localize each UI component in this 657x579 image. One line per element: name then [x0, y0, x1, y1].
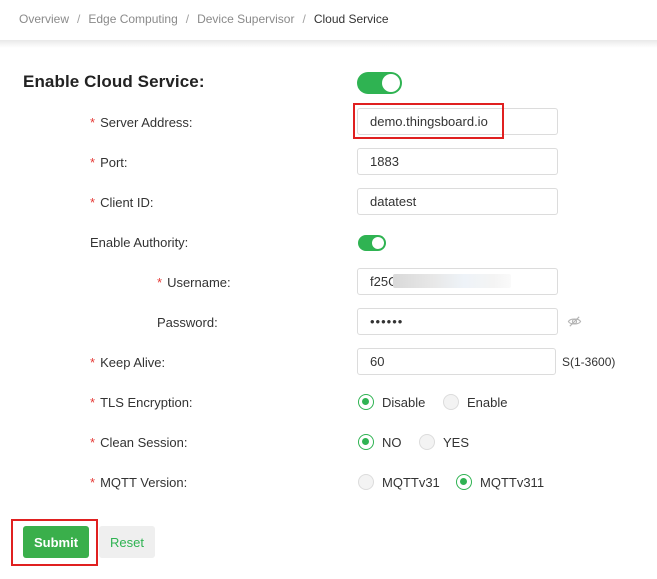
username-label-text: Username: [167, 275, 231, 290]
breadcrumb-cloud-service: Cloud Service [313, 12, 389, 26]
keep-alive-label: * Keep Alive: [90, 355, 165, 371]
enable-cloud-service-switch[interactable] [357, 72, 402, 94]
tls-encryption-label-text: TLS Encryption: [100, 395, 193, 410]
server-address-input[interactable]: demo.thingsboard.io [357, 108, 558, 135]
mqtt-version-label-text: MQTT Version: [100, 475, 188, 490]
server-address-label: * Server Address: [90, 115, 193, 131]
radio-selected-icon [456, 474, 472, 490]
clean-session-no-label: NO [382, 434, 402, 450]
radio-selected-icon [358, 394, 374, 410]
clean-session-label: * Clean Session: [90, 435, 188, 451]
password-label: Password: [157, 315, 218, 330]
required-marker: * [90, 115, 96, 130]
mqtt-v311-label: MQTTv311 [480, 474, 545, 490]
redacted-username [393, 274, 511, 288]
required-marker: * [157, 275, 163, 290]
required-marker: * [90, 435, 96, 450]
switch-knob [382, 74, 400, 92]
clean-session-label-text: Clean Session: [100, 435, 188, 450]
tls-enable-radio[interactable]: Enable [443, 394, 507, 410]
breadcrumb: Overview / Edge Computing / Device Super… [19, 11, 389, 27]
radio-unselected-icon [358, 474, 374, 490]
clean-session-no-radio[interactable]: NO [358, 434, 402, 450]
client-id-label-text: Client ID: [100, 195, 154, 210]
reset-button[interactable]: Reset [99, 526, 155, 558]
tls-encryption-label: * TLS Encryption: [90, 395, 193, 411]
breadcrumb-edge-computing[interactable]: Edge Computing [88, 12, 177, 26]
tls-disable-label: Disable [382, 394, 426, 410]
keep-alive-input[interactable]: 60 [357, 348, 556, 375]
page-title: Enable Cloud Service: [23, 72, 205, 91]
clean-session-yes-label: YES [443, 434, 470, 450]
radio-unselected-icon [443, 394, 459, 410]
tls-disable-radio[interactable]: Disable [358, 394, 425, 410]
enable-authority-switch[interactable] [358, 235, 386, 251]
mqtt-v31-radio[interactable]: MQTTv31 [358, 474, 440, 490]
eye-slash-icon[interactable] [567, 314, 582, 329]
header-divider [0, 40, 657, 48]
required-marker: * [90, 355, 96, 370]
required-marker: * [90, 155, 96, 170]
required-marker: * [90, 395, 96, 410]
tls-enable-label: Enable [467, 394, 508, 410]
port-label-text: Port: [100, 155, 128, 170]
client-id-label: * Client ID: [90, 195, 154, 211]
port-input[interactable]: 1883 [357, 148, 558, 175]
required-marker: * [90, 195, 96, 210]
breadcrumb-separator: / [302, 12, 306, 26]
breadcrumb-device-supervisor[interactable]: Device Supervisor [197, 12, 294, 26]
enable-authority-label: Enable Authority: [90, 235, 189, 250]
mqtt-version-label: * MQTT Version: [90, 475, 187, 491]
switch-knob [372, 237, 384, 249]
breadcrumb-overview[interactable]: Overview [19, 12, 69, 26]
username-label: * Username: [157, 275, 231, 291]
mqtt-v311-radio[interactable]: MQTTv311 [456, 474, 544, 490]
port-label: * Port: [90, 155, 128, 171]
radio-unselected-icon [419, 434, 435, 450]
required-marker: * [90, 475, 96, 490]
client-id-input[interactable]: datatest [357, 188, 558, 215]
server-address-label-text: Server Address: [100, 115, 193, 130]
password-input[interactable]: •••••• [357, 308, 558, 335]
mqtt-v31-label: MQTTv31 [382, 474, 440, 490]
breadcrumb-separator: / [77, 12, 81, 26]
radio-selected-icon [358, 434, 374, 450]
keep-alive-label-text: Keep Alive: [100, 355, 166, 370]
keep-alive-range-hint: S(1-3600) [562, 355, 616, 369]
clean-session-yes-radio[interactable]: YES [419, 434, 469, 450]
submit-button[interactable]: Submit [23, 526, 89, 558]
breadcrumb-separator: / [185, 12, 190, 26]
